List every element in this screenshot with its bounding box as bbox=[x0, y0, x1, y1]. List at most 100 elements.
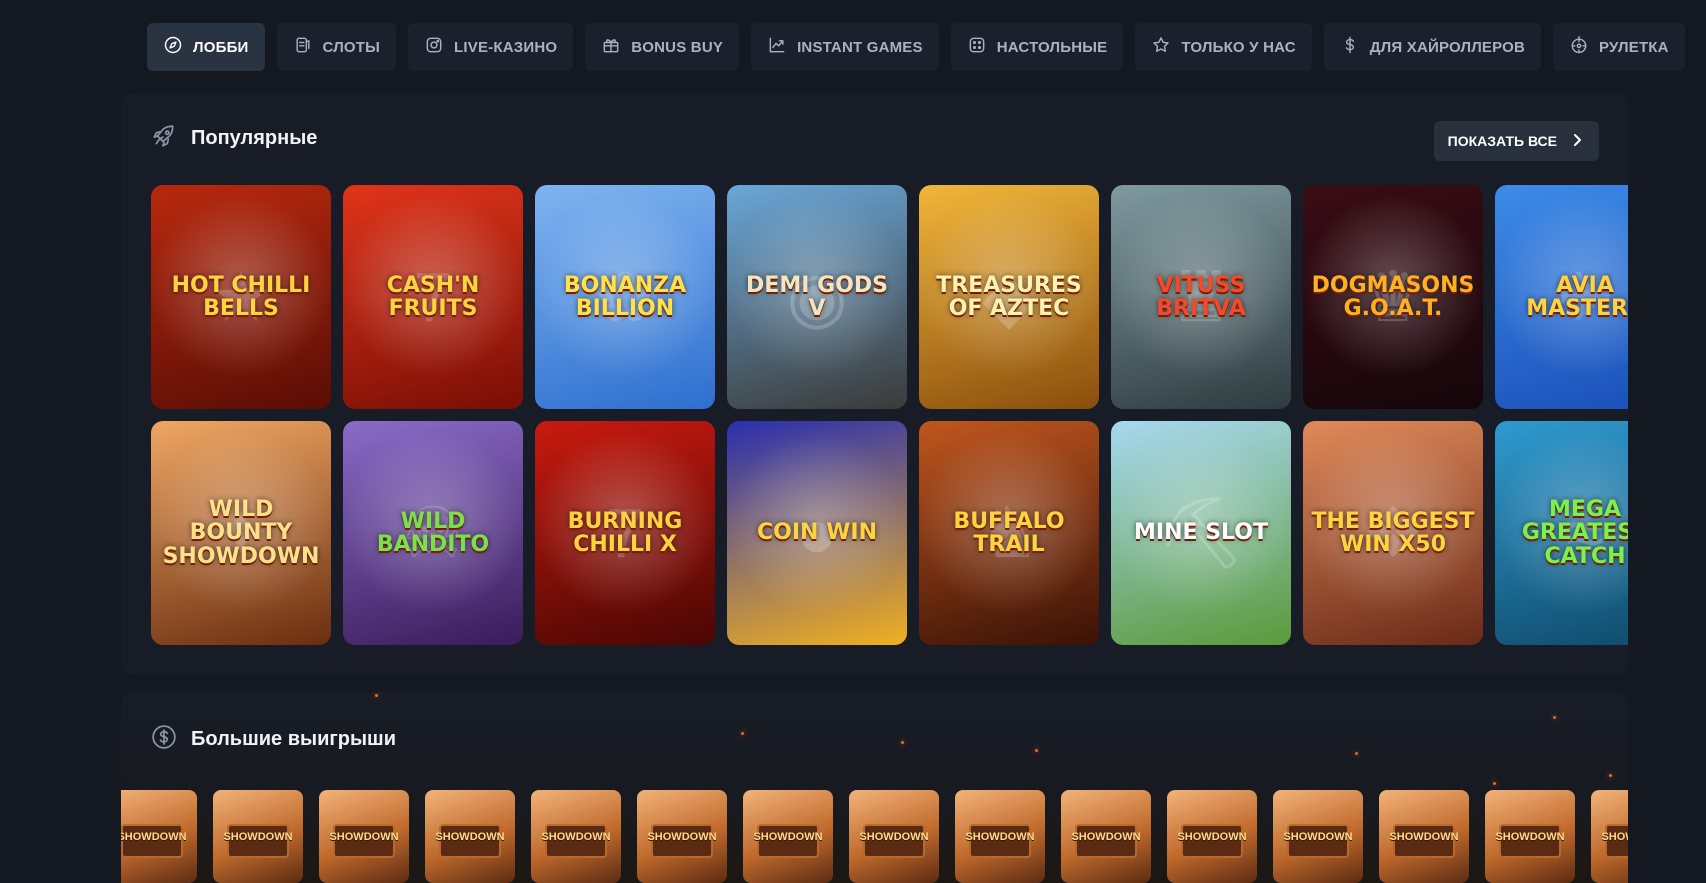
game-tile[interactable]: 7 Burning Chilli X bbox=[535, 421, 715, 645]
big-wins-strip: SHOWDOWN SHOWDOWN SHOWDOWN SHOWDOWN SHOWDOWN… bbox=[121, 790, 1628, 883]
big-win-tile[interactable]: SHOWDOWN bbox=[1167, 790, 1257, 883]
big-win-tile[interactable]: SHOWDOWN bbox=[425, 790, 515, 883]
nav-item-2[interactable]: LIVE-КАЗИНО bbox=[408, 23, 574, 71]
nav-item-8[interactable]: РУЛЕТКА bbox=[1553, 23, 1685, 71]
game-title: Mega Greatest Catch bbox=[1521, 497, 1628, 569]
big-win-tile[interactable]: SHOWDOWN bbox=[121, 790, 197, 883]
big-win-tile[interactable]: SHOWDOWN bbox=[1591, 790, 1628, 883]
big-win-game-label: SHOWDOWN bbox=[541, 830, 611, 843]
game-title: Dogmasons G.O.A.T. bbox=[1311, 272, 1475, 321]
big-wins-section: Большие выигрыши SHOWDOWN SHOWDOWN SHOWDOW… bbox=[121, 692, 1628, 883]
game-tile[interactable]: ♛ Dogmasons G.O.A.T. bbox=[1303, 185, 1483, 409]
nav-item-6[interactable]: ТОЛЬКО У НАС bbox=[1135, 23, 1312, 71]
game-tile[interactable]: ≈Mega Greatest Catch bbox=[1495, 421, 1628, 645]
game-title: Wild Bandito bbox=[376, 508, 490, 557]
rocket-icon bbox=[151, 123, 177, 154]
ember-particle bbox=[1609, 774, 1612, 777]
big-win-game-label: SHOWDOWN bbox=[1283, 830, 1353, 843]
game-tile[interactable]: ⛏ Mine Slot bbox=[1111, 421, 1291, 645]
ember-particle bbox=[1553, 716, 1556, 719]
nav-item-3[interactable]: BONUS BUY bbox=[585, 23, 740, 71]
game-tile[interactable]: 7 Cash'n Fruits bbox=[343, 185, 523, 409]
game-title: Burning Chilli X bbox=[567, 508, 683, 557]
game-tile[interactable]: ❖ The Biggest Win X50 bbox=[1303, 421, 1483, 645]
game-tile[interactable]: ● Coin Win bbox=[727, 421, 907, 645]
big-win-tile[interactable]: SHOWDOWN bbox=[1379, 790, 1469, 883]
game-title: Coin Win bbox=[757, 520, 877, 546]
dice-icon bbox=[967, 35, 987, 59]
game-title: Avia Masters bbox=[1526, 272, 1628, 321]
nav-item-1[interactable]: СЛОТЫ bbox=[276, 23, 397, 71]
ember-particle bbox=[901, 741, 904, 744]
nav-item-label: ЛОББИ bbox=[193, 38, 249, 56]
big-win-tile[interactable]: SHOWDOWN bbox=[1273, 790, 1363, 883]
nav-item-label: НАСТОЛЬНЫЕ bbox=[996, 38, 1108, 56]
big-win-tile[interactable]: SHOWDOWN bbox=[849, 790, 939, 883]
big-win-game-label: SHOWDOWN bbox=[435, 830, 505, 843]
big-win-game-label: SHOWDOWN bbox=[1071, 830, 1141, 843]
game-title: Vituss Britva bbox=[1156, 272, 1246, 321]
game-title: Cash'n Fruits bbox=[386, 272, 480, 321]
dollar-icon bbox=[1340, 35, 1360, 59]
nav-item-0[interactable]: ЛОББИ bbox=[147, 23, 265, 71]
chart-arrow-icon bbox=[767, 35, 787, 59]
nav-item-label: РУЛЕТКА bbox=[1599, 38, 1669, 56]
game-tile[interactable]: ✦ Wild Bounty Showdown bbox=[151, 421, 331, 645]
roulette-icon bbox=[1569, 35, 1589, 59]
game-tile[interactable]: ☠ Wild Bandito bbox=[343, 421, 523, 645]
slot-machine-icon bbox=[293, 35, 313, 59]
big-win-game-label: SHOWDOWN bbox=[1177, 830, 1247, 843]
big-win-game-label: SHOWDOWN bbox=[121, 830, 187, 843]
game-tile[interactable]: ◆ Treasures of Aztec bbox=[919, 185, 1099, 409]
dollar-circle-icon bbox=[151, 724, 177, 755]
game-tile[interactable]: ♞ Buffalo Trail bbox=[919, 421, 1099, 645]
big-win-tile[interactable]: SHOWDOWN bbox=[637, 790, 727, 883]
game-title: Demi Gods V bbox=[746, 272, 888, 321]
game-title: Mine Slot bbox=[1134, 520, 1268, 546]
nav-item-label: LIVE-КАЗИНО bbox=[454, 38, 558, 56]
game-tile[interactable]: ✿ Bonanza Billion bbox=[535, 185, 715, 409]
game-tile[interactable]: ★ Hot Chilli Bells bbox=[151, 185, 331, 409]
nav-item-4[interactable]: INSTANT GAMES bbox=[751, 23, 939, 71]
nav-item-label: ТОЛЬКО У НАС bbox=[1181, 38, 1296, 56]
chevron-right-icon bbox=[1569, 132, 1585, 151]
big-win-game-label: SHOWDOWN bbox=[223, 830, 293, 843]
ember-particle bbox=[1035, 749, 1038, 752]
big-win-game-label: SHOWDOWN bbox=[1601, 830, 1628, 843]
compass-icon bbox=[163, 35, 183, 59]
show-all-button[interactable]: ПОКАЗАТЬ ВСЕ bbox=[1433, 121, 1599, 161]
ember-particle bbox=[1493, 782, 1496, 785]
game-title: Hot Chilli Bells bbox=[171, 272, 311, 321]
big-win-tile[interactable]: SHOWDOWN bbox=[1061, 790, 1151, 883]
big-win-tile[interactable]: SHOWDOWN bbox=[319, 790, 409, 883]
big-win-tile[interactable]: SHOWDOWN bbox=[213, 790, 303, 883]
big-win-tile[interactable]: SHOWDOWN bbox=[743, 790, 833, 883]
big-win-game-label: SHOWDOWN bbox=[329, 830, 399, 843]
game-tile[interactable]: ✈Avia Masters bbox=[1495, 185, 1628, 409]
nav-item-5[interactable]: НАСТОЛЬНЫЕ bbox=[950, 23, 1124, 71]
game-title: Wild Bounty Showdown bbox=[162, 497, 320, 569]
live-camera-icon bbox=[424, 35, 444, 59]
game-title: Buffalo Trail bbox=[953, 508, 1065, 557]
popular-header: Популярные bbox=[151, 123, 317, 154]
ember-particle bbox=[1355, 752, 1358, 755]
star-icon bbox=[1151, 35, 1171, 59]
big-win-game-label: SHOWDOWN bbox=[1389, 830, 1459, 843]
show-all-label: ПОКАЗАТЬ ВСЕ bbox=[1447, 133, 1557, 149]
big-win-tile[interactable]: SHOWDOWN bbox=[531, 790, 621, 883]
ember-particle bbox=[375, 694, 378, 697]
big-win-tile[interactable]: SHOWDOWN bbox=[955, 790, 1045, 883]
big-win-tile[interactable]: SHOWDOWN bbox=[1485, 790, 1575, 883]
big-win-game-label: SHOWDOWN bbox=[965, 830, 1035, 843]
game-title: Bonanza Billion bbox=[563, 272, 687, 321]
big-win-game-label: SHOWDOWN bbox=[753, 830, 823, 843]
game-title: Treasures of Aztec bbox=[936, 272, 1082, 321]
section-title: Популярные bbox=[191, 127, 318, 149]
nav-item-7[interactable]: ДЛЯ ХАЙРОЛЛЕРОВ bbox=[1323, 23, 1542, 71]
game-tile[interactable]: ◉ Demi Gods V bbox=[727, 185, 907, 409]
big-win-game-label: SHOWDOWN bbox=[647, 830, 717, 843]
ember-particle bbox=[1561, 800, 1564, 803]
game-tile[interactable]: ♜ Vituss Britva bbox=[1111, 185, 1291, 409]
game-title: The Biggest Win X50 bbox=[1311, 508, 1475, 557]
nav-item-label: ДЛЯ ХАЙРОЛЛЕРОВ bbox=[1369, 38, 1526, 56]
